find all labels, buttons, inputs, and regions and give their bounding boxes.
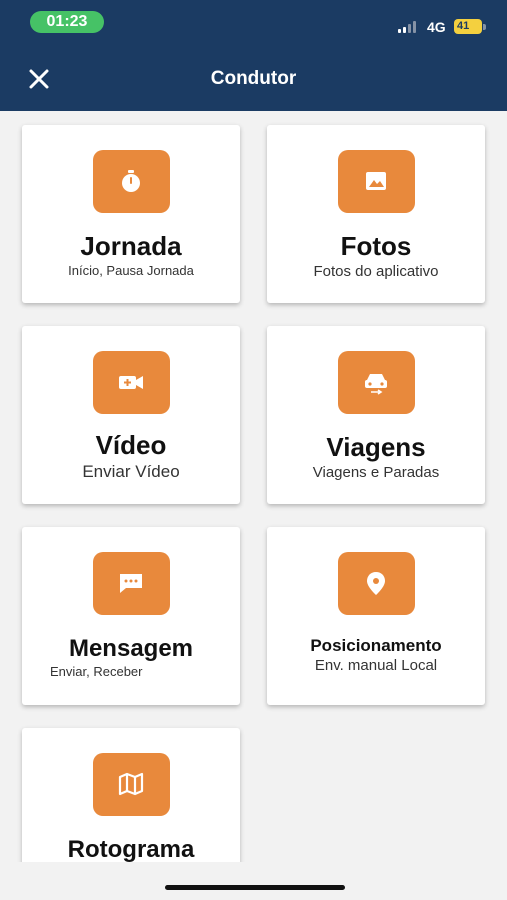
menu-grid: Jornada Início, Pausa Jornada Fotos Foto…: [0, 111, 507, 862]
card-icon-box: [338, 150, 415, 213]
signal-icon: [398, 21, 420, 33]
card-subtitle: Env. manual Local: [314, 657, 438, 674]
location-pin-icon: [367, 572, 385, 595]
card-title: Mensagem: [68, 635, 194, 662]
card-fotos[interactable]: Fotos Fotos do aplicativo: [267, 125, 485, 303]
card-subtitle: Início, Pausa Jornada: [68, 263, 194, 278]
card-video[interactable]: Vídeo Enviar Vídeo: [22, 326, 240, 504]
network-type: 4G: [427, 19, 446, 35]
card-icon-box: [93, 150, 170, 213]
card-viagens[interactable]: Viagens Viagens e Paradas: [267, 326, 485, 504]
video-camera-icon: [119, 376, 143, 389]
card-icon-box: [93, 552, 170, 615]
card-subtitle: Enviar, Receber: [50, 664, 143, 679]
card-title: Jornada: [80, 231, 182, 261]
battery-level: 41: [454, 19, 482, 34]
card-title: Rotograma: [67, 836, 195, 862]
app-header: Condutor: [0, 48, 507, 111]
card-icon-box: [338, 552, 415, 615]
stopwatch-icon: [122, 170, 140, 192]
status-time: 01:23: [30, 11, 104, 33]
card-subtitle: Fotos do aplicativo: [313, 263, 439, 280]
card-subtitle: Enviar Vídeo: [82, 462, 180, 481]
status-bar: 01:23 4G 41: [0, 0, 507, 48]
card-subtitle: Viagens e Paradas: [312, 464, 440, 481]
card-title: Viagens: [326, 432, 426, 462]
message-icon: [120, 574, 142, 593]
card-posicionamento[interactable]: Posicionamento Env. manual Local: [267, 527, 485, 705]
card-rotograma[interactable]: Rotograma: [22, 728, 240, 862]
map-icon: [118, 772, 144, 796]
card-title: Fotos: [340, 231, 412, 261]
card-icon-box: [93, 753, 170, 816]
card-mensagem[interactable]: Mensagem Enviar, Receber: [22, 527, 240, 705]
card-title: Vídeo: [95, 430, 167, 460]
card-title: Posicionamento: [310, 636, 442, 655]
card-icon-box: [338, 351, 415, 414]
card-icon-box: [93, 351, 170, 414]
battery-icon: [483, 24, 486, 30]
car-icon: [365, 374, 387, 395]
card-jornada[interactable]: Jornada Início, Pausa Jornada: [22, 125, 240, 303]
home-indicator[interactable]: [165, 885, 345, 890]
page-title: Condutor: [210, 68, 297, 89]
image-icon: [366, 172, 386, 190]
